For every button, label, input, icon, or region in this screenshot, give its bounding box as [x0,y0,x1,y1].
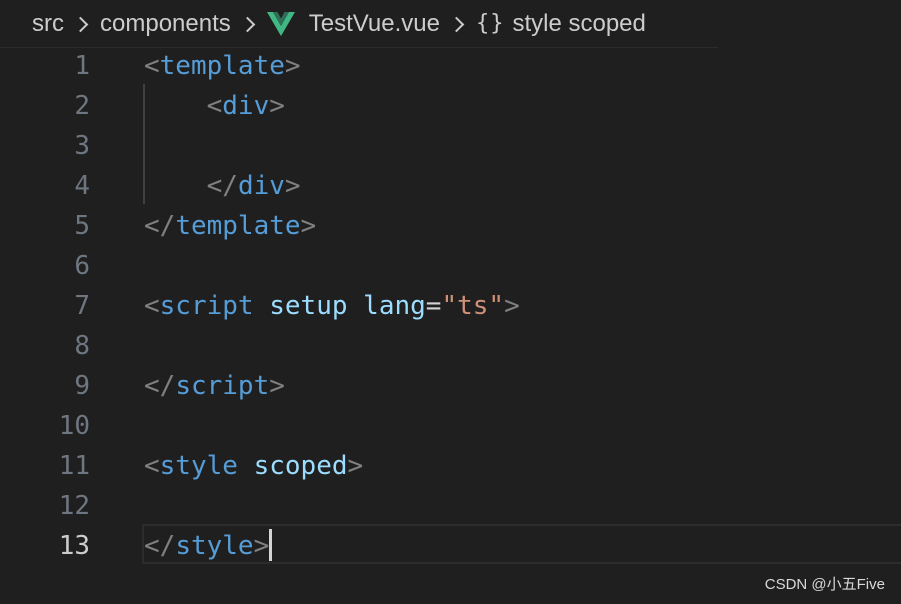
code-token: style [175,531,254,561]
line-number: 11 [58,451,90,481]
breadcrumb-item-src[interactable]: src [32,10,64,38]
code-line[interactable]: 5 </template> [0,206,901,246]
code-token: "ts" [441,291,505,321]
code-token: </ [144,211,176,241]
code-line[interactable]: 6 [0,246,901,286]
line-number: 12 [58,491,90,521]
code-token: setup [269,291,348,321]
code-token: script [159,291,254,321]
code-token: < [144,51,160,81]
code-token: template [175,211,301,241]
code-token: </ [144,531,176,561]
line-number: 13 [58,531,90,561]
code-line[interactable]: 4 </div> [0,166,901,206]
code-token: < [144,291,160,321]
braces-icon: {} [475,11,505,36]
line-number: 4 [74,171,90,201]
line-content: <div> [144,86,285,126]
code-token: < [206,91,223,121]
code-line[interactable]: 9 </script> [0,366,901,406]
code-token: > [347,451,364,481]
code-line[interactable]: 8 [0,326,901,366]
code-token: style [159,451,238,481]
code-token: lang [363,291,426,321]
breadcrumb: src components TestVue.vue {} style scop… [0,0,718,48]
code-line[interactable]: 11 <style scoped> [0,446,901,486]
line-number: 7 [74,291,90,321]
line-content: <script setup lang="ts"> [144,286,520,326]
code-token: > [300,211,317,241]
code-line[interactable]: 12 [0,486,901,526]
code-line[interactable]: 1 <template> [0,46,901,86]
code-token: > [504,291,520,321]
line-number: 1 [74,51,90,81]
code-token: template [159,51,285,81]
vue-icon [266,11,295,36]
line-number: 2 [74,91,90,121]
line-content: </script> [144,366,285,406]
text-cursor [269,528,273,561]
code-line[interactable]: 10 [0,406,901,446]
code-token: < [144,451,160,481]
code-token: </ [144,371,176,401]
line-number: 9 [74,371,90,401]
code-token: </ [206,171,238,201]
code-token: script [175,371,270,401]
code-token: > [253,531,270,561]
code-token: div [237,171,285,201]
line-content: </template> [144,206,316,246]
code-token: > [284,51,301,81]
line-content: <template> [144,46,301,86]
chevron-right-icon [74,17,88,31]
line-number: 6 [74,251,90,281]
breadcrumb-item-file[interactable]: TestVue.vue [309,10,440,38]
line-number: 8 [74,331,90,361]
chevron-right-icon [450,17,464,31]
code-token: scoped [253,451,348,481]
code-line[interactable]: 7 <script setup lang="ts"> [0,286,901,326]
line-content: <style scoped> [144,446,363,486]
code-line[interactable]: 13 </style> [0,526,901,566]
watermark: CSDN @小五Five [764,576,885,593]
code-token: > [269,371,285,401]
line-content: </div> [144,166,301,206]
code-editor[interactable]: 1 <template> 2 <div> 3 4 </div> 5 </template> 6… [0,46,901,586]
code-token: > [284,171,301,201]
code-token: div [222,91,270,121]
breadcrumb-item-components[interactable]: components [100,10,231,38]
code-token: = [425,291,442,321]
line-number: 10 [58,411,90,441]
line-number: 3 [74,131,90,161]
code-line[interactable]: 3 [0,126,901,166]
breadcrumb-item-symbol[interactable]: style scoped [512,10,645,38]
line-content: </style> [144,526,273,566]
code-line[interactable]: 2 <div> [0,86,901,126]
chevron-right-icon [241,17,255,31]
line-number: 5 [74,211,90,241]
code-token: > [269,91,285,121]
